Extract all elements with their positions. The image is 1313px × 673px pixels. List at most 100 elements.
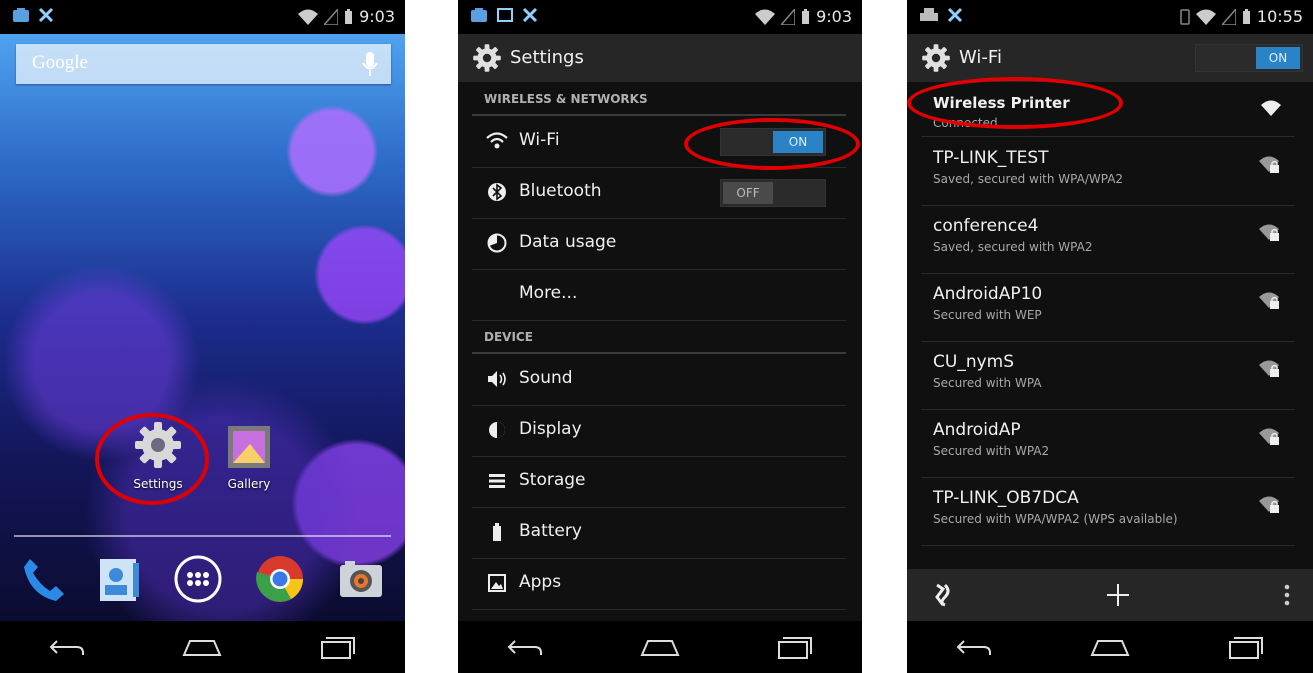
gear-icon[interactable] bbox=[921, 43, 951, 73]
toggle-on-state: ON bbox=[1256, 47, 1300, 69]
wifi-toggle[interactable]: ON bbox=[720, 128, 826, 156]
cell-signal-icon bbox=[1221, 8, 1236, 25]
status-bar: 9:03 bbox=[0, 0, 405, 34]
network-name: TP-LINK_OB7DCA bbox=[933, 488, 1079, 508]
wifi-signal-icon bbox=[1195, 9, 1216, 25]
printer-icon bbox=[920, 8, 938, 21]
cell-signal-icon bbox=[324, 8, 339, 25]
add-network-icon[interactable] bbox=[1105, 582, 1131, 608]
page-title: Settings bbox=[510, 47, 584, 68]
gear-icon bbox=[135, 422, 181, 468]
overflow-menu-icon[interactable] bbox=[1283, 583, 1291, 607]
wifi-locked-icon bbox=[1259, 428, 1279, 445]
back-icon[interactable] bbox=[47, 635, 87, 659]
wifi-network-list: Wireless Printer Connected TP-LINK_TEST … bbox=[907, 82, 1313, 569]
settings-item-label: Apps bbox=[519, 572, 562, 592]
section-header-device: DEVICE bbox=[472, 320, 846, 354]
status-bar: 9:03 bbox=[458, 0, 862, 34]
notification-icon bbox=[13, 8, 29, 22]
settings-app-label: Settings bbox=[133, 477, 183, 491]
settings-item-wifi[interactable]: Wi-Fi ON bbox=[472, 116, 846, 168]
settings-item-storage[interactable]: Storage bbox=[472, 456, 846, 508]
wifi-network-item[interactable]: TP-LINK_TEST Saved, secured with WPA/WPA… bbox=[921, 138, 1295, 206]
status-time: 9:03 bbox=[359, 7, 395, 26]
gallery-app-label: Gallery bbox=[227, 477, 271, 491]
chrome-icon[interactable] bbox=[255, 554, 305, 604]
status-time: 9:03 bbox=[816, 7, 852, 26]
microphone-icon[interactable] bbox=[361, 50, 379, 78]
wifi-network-item[interactable]: Wireless Printer Connected bbox=[921, 82, 1295, 137]
contacts-icon[interactable] bbox=[96, 555, 140, 603]
recents-icon[interactable] bbox=[1226, 634, 1266, 660]
settings-item-apps[interactable]: Apps bbox=[472, 558, 846, 610]
wifi-master-toggle[interactable]: ON bbox=[1195, 44, 1303, 72]
phone-home-screen: 9:03 Google Settings Gallery bbox=[0, 0, 405, 673]
wifi-locked-icon bbox=[1259, 156, 1279, 173]
wifi-locked-icon bbox=[1259, 224, 1279, 241]
home-icon[interactable] bbox=[1088, 635, 1132, 659]
phone-wifi-screen: 10:55 Wi-Fi ON Wireless Printer Connecte… bbox=[907, 0, 1313, 673]
network-status: Secured with WPA2 bbox=[933, 444, 1050, 458]
storage-icon bbox=[489, 474, 505, 488]
action-bar: Settings bbox=[458, 34, 862, 82]
settings-item-label: Battery bbox=[519, 521, 582, 541]
wps-icon[interactable] bbox=[929, 583, 953, 607]
settings-item-sound[interactable]: Sound bbox=[472, 354, 846, 406]
recents-icon[interactable] bbox=[318, 634, 358, 660]
settings-item-more[interactable]: More... bbox=[472, 269, 846, 321]
cell-signal-icon bbox=[781, 8, 796, 25]
notification-icon bbox=[471, 8, 487, 22]
battery-settings-icon bbox=[493, 523, 501, 541]
wifi-bottom-action-bar bbox=[907, 569, 1313, 621]
network-status: Saved, secured with WPA/WPA2 bbox=[933, 172, 1124, 186]
wifi-network-item[interactable]: conference4 Saved, secured with WPA2 bbox=[921, 206, 1295, 274]
page-title: Wi-Fi bbox=[959, 47, 1002, 68]
home-icon[interactable] bbox=[180, 635, 224, 659]
app-drawer-icon[interactable] bbox=[173, 554, 223, 604]
wifi-network-item[interactable]: TP-LINK_OB7DCA Secured with WPA/WPA2 (WP… bbox=[921, 478, 1295, 546]
settings-item-label: Sound bbox=[519, 368, 573, 388]
settings-item-label: Data usage bbox=[519, 232, 617, 252]
back-icon[interactable] bbox=[505, 635, 545, 659]
dock bbox=[20, 552, 385, 606]
settings-item-battery[interactable]: Battery bbox=[472, 507, 846, 559]
wifi-network-item[interactable]: AndroidAP10 Secured with WEP bbox=[921, 274, 1295, 342]
camera-icon[interactable] bbox=[337, 555, 385, 603]
settings-item-display[interactable]: Display bbox=[472, 405, 846, 457]
settings-app[interactable]: Settings bbox=[118, 420, 198, 491]
toggle-off-state: OFF bbox=[723, 182, 773, 204]
wifi-network-item[interactable]: CU_nymS Secured with WPA bbox=[921, 342, 1295, 410]
gear-icon[interactable] bbox=[472, 43, 502, 73]
settings-item-data-usage[interactable]: Data usage bbox=[472, 218, 846, 270]
tools-icon bbox=[38, 7, 54, 23]
back-icon[interactable] bbox=[954, 635, 994, 659]
vibrate-icon bbox=[1180, 8, 1190, 25]
navigation-bar bbox=[0, 621, 405, 673]
network-name: Wireless Printer bbox=[933, 94, 1070, 112]
battery-icon bbox=[802, 8, 810, 24]
wifi-signal-icon bbox=[755, 9, 776, 25]
screenshot-icon bbox=[497, 8, 513, 22]
network-status: Secured with WEP bbox=[933, 308, 1042, 322]
recents-icon[interactable] bbox=[775, 634, 815, 660]
bluetooth-toggle[interactable]: OFF bbox=[720, 179, 826, 207]
google-search-label: Google bbox=[32, 52, 88, 73]
home-icon[interactable] bbox=[638, 635, 682, 659]
network-status: Saved, secured with WPA2 bbox=[933, 240, 1093, 254]
settings-item-label: Wi-Fi bbox=[519, 130, 560, 150]
settings-item-bluetooth[interactable]: Bluetooth OFF bbox=[472, 167, 846, 219]
gallery-app[interactable]: Gallery bbox=[209, 424, 289, 491]
phone-icon[interactable] bbox=[20, 555, 64, 603]
settings-item-label: Storage bbox=[519, 470, 586, 490]
network-name: AndroidAP10 bbox=[933, 284, 1043, 304]
network-name: TP-LINK_TEST bbox=[933, 148, 1049, 168]
dock-divider bbox=[14, 535, 391, 537]
network-name: CU_nymS bbox=[933, 352, 1014, 372]
google-search-bar[interactable]: Google bbox=[16, 44, 391, 84]
wifi-network-item[interactable]: AndroidAP Secured with WPA2 bbox=[921, 410, 1295, 478]
section-header-wireless: WIRELESS & NETWORKS bbox=[472, 82, 846, 116]
tools-icon bbox=[522, 7, 538, 23]
settings-list: WIRELESS & NETWORKS Wi-Fi ON Bluetooth O… bbox=[458, 82, 862, 621]
network-name: conference4 bbox=[933, 216, 1039, 236]
bluetooth-icon bbox=[488, 183, 506, 201]
